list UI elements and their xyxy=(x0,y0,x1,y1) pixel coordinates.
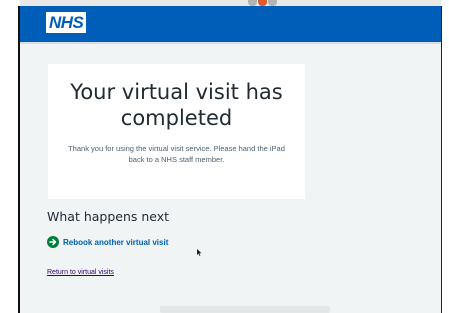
confirmation-message: Thank you for using the virtual visit se… xyxy=(68,144,285,164)
rebook-link-label: Rebook another virtual visit xyxy=(63,237,169,247)
arrow-right-circle-icon xyxy=(47,236,59,248)
mouse-pointer-icon xyxy=(197,249,202,256)
nhs-logo[interactable]: NHS xyxy=(46,12,87,33)
return-to-virtual-visits-link[interactable]: Return to virtual visits xyxy=(47,269,114,276)
header-divider xyxy=(20,42,441,44)
device-left-bezel xyxy=(0,0,20,313)
device-photo: NHS Your virtual visit has completed Tha… xyxy=(0,0,449,313)
confirmation-panel: Your virtual visit has completed Thank y… xyxy=(48,64,305,199)
nhs-header: NHS xyxy=(20,6,441,42)
device-right-bezel xyxy=(441,0,449,313)
next-steps-heading: What happens next xyxy=(47,209,170,224)
rebook-virtual-visit-link[interactable]: Rebook another virtual visit xyxy=(47,236,168,248)
tablet-screen: NHS Your virtual visit has completed Tha… xyxy=(20,6,441,313)
device-right-edge xyxy=(441,6,442,313)
screen-reflection xyxy=(160,306,330,313)
page-title: Your virtual visit has completed xyxy=(70,80,283,130)
